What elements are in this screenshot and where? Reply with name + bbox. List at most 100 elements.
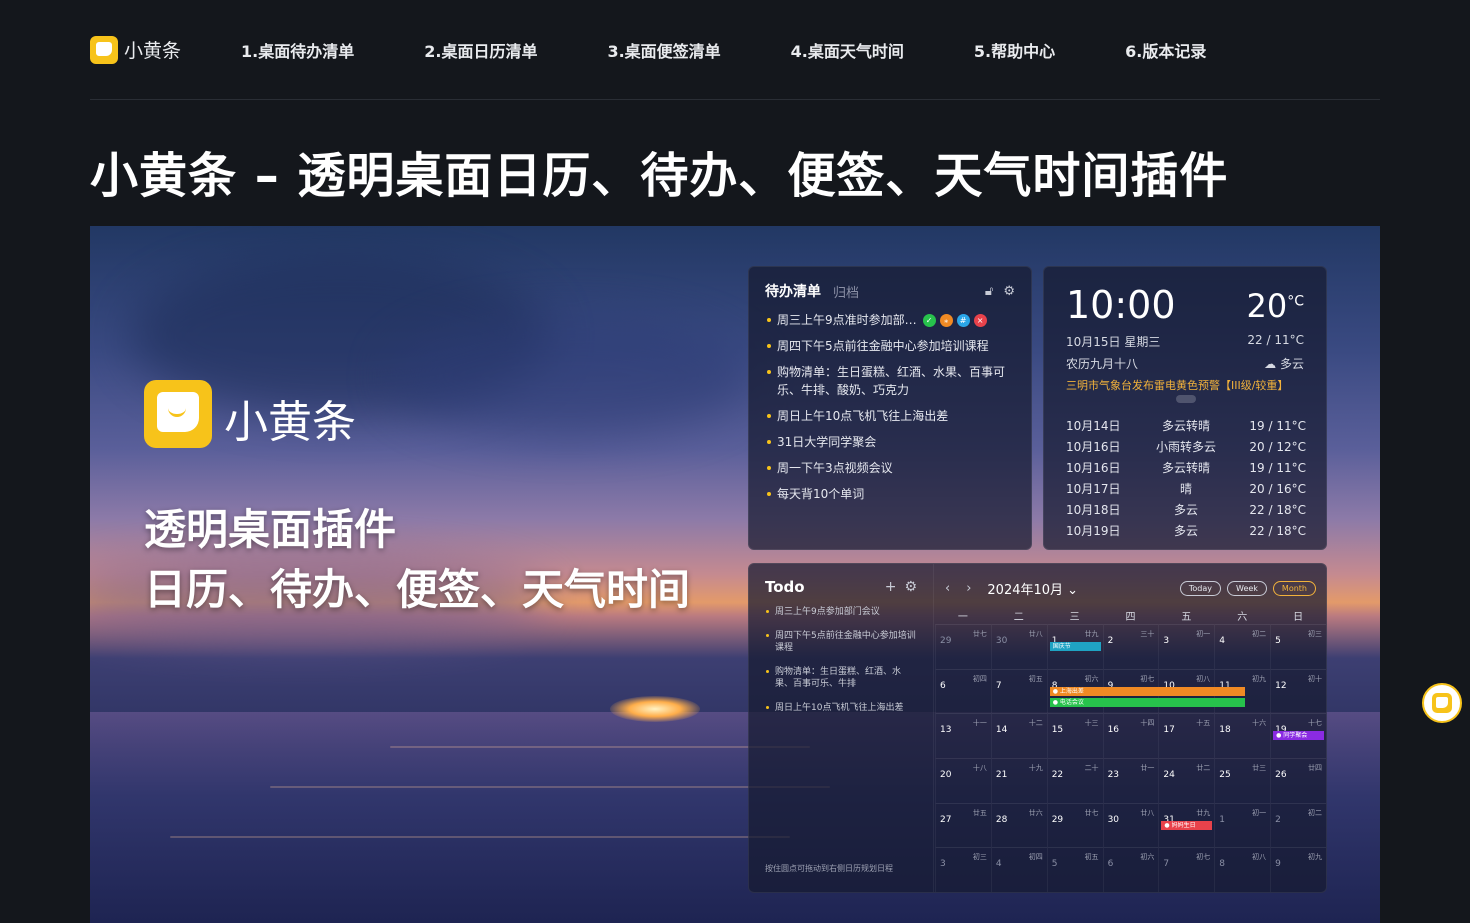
add-icon[interactable]: + [885,579,897,595]
calendar-day[interactable]: 6 初六 [1102,847,1159,892]
calendar-widget: Todo + ⚙ 周三上午9点参加部门会议 周四下午5点前往金融中心参加培训课程购… [748,563,1327,893]
calendar-todo-item[interactable]: 周日上午10点飞机飞往上海出差 [765,702,917,714]
delete-icon[interactable]: × [973,314,987,327]
archive-tab[interactable]: 归档 [833,282,859,301]
todo-item[interactable]: 周一下午3点视频会议 [765,459,1015,477]
calendar-day[interactable]: 4 初四 [990,847,1047,892]
todo-item[interactable]: 购物清单：生日蛋糕、红酒、水果、百事可乐、牛排、酸奶、巧克力 [765,363,1015,399]
todo-item[interactable]: 周三上午9点准时参加部… ✓ ⁎ # × [765,311,1015,329]
calendar-day[interactable]: 2 初二 [1270,802,1326,848]
calendar-day[interactable]: 22 二十 [1046,758,1103,803]
calendar-event[interactable]: ● 同学聚会 [1273,731,1324,741]
lunar-day: 初二 [1308,808,1322,817]
calendar-day[interactable]: 17 十五 [1158,713,1215,758]
calendar-todo-item[interactable]: 周三上午9点参加部门会议 [765,606,917,618]
todo-item[interactable]: 31日大学同学聚会 [765,433,1015,451]
tag-icon[interactable]: # [956,314,970,327]
calendar-day[interactable]: 14 十二 [990,713,1047,758]
calendar-day[interactable]: 30 廿八 [1102,802,1159,848]
calendar-day[interactable]: 20 十八 [935,758,991,803]
forecast-temp: 19 / 11°C [1249,418,1306,433]
calendar-day[interactable]: 2 三十 [1102,624,1159,669]
calendar-day[interactable]: 30 廿八 [990,624,1047,669]
hero-tagline-1: 透明桌面插件 [144,505,397,554]
collapse-toggle[interactable] [1176,395,1196,403]
calendar-day[interactable]: 21 十九 [990,758,1047,803]
calendar-day[interactable]: 9 初九 [1270,847,1326,892]
view-month-button[interactable]: Month [1272,580,1316,596]
calendar-day[interactable]: 18 十六 [1214,713,1271,758]
month-selector[interactable]: 2024年10月 ⌄ [987,579,1078,598]
nav-item-changelog[interactable]: 6.版本记录 [1125,38,1206,62]
calendar-day[interactable]: 27 廿五 [935,802,991,848]
calendar-todo-item[interactable]: 购物清单：生日蛋糕、红酒、水果、百事可乐、牛排 [765,666,917,690]
todo-item[interactable]: 每天背10个单词 [765,485,1015,503]
day-number: 8 [1219,859,1226,870]
calendar-day[interactable]: 6 初四 [935,668,991,714]
calendar-day[interactable]: 24 廿二 [1158,758,1215,803]
calendar-day[interactable]: 1 廿九 国庆节 [1046,624,1103,669]
calendar-day[interactable]: 8 初六 ● 上海出差 ● 电话会议 [1046,668,1246,714]
check-icon[interactable]: ✓ [922,314,936,327]
nav-item-weather[interactable]: 4.桌面天气时间 [791,38,904,62]
calendar-day[interactable]: 29 廿七 [1046,802,1103,848]
top-nav: 小黄条 1.桌面待办清单 2.桌面日历清单 3.桌面便签清单 4.桌面天气时间 … [90,0,1380,100]
calendar-day[interactable]: 16 十四 [1102,713,1159,758]
floating-app-icon[interactable] [1422,683,1462,723]
lock-icon[interactable]: 🔓︎ [985,284,993,299]
next-month-icon[interactable]: › [966,581,971,596]
calendar-day[interactable]: 29 廿七 [935,624,991,669]
calendar-event[interactable]: ● 妈妈生日 [1161,820,1213,830]
weather-alert[interactable]: 三明市气象台发布雷电黄色预警【III级/较重】 [1066,377,1288,393]
weekday-label: 二 [1013,612,1024,623]
nav-item-notes[interactable]: 3.桌面便签清单 [607,38,720,62]
calendar-day[interactable]: 28 廿六 [990,802,1047,848]
calendar-day[interactable]: 31 廿九 ● 妈妈生日 [1158,802,1215,848]
calendar-day[interactable]: 3 初三 [935,847,991,892]
day-number: 29 [1051,814,1064,825]
day-number: 16 [1107,725,1120,736]
forecast-temp: 19 / 11°C [1249,460,1306,475]
calendar-event[interactable]: ● 电话会议 [1049,697,1246,707]
calendar-event[interactable]: ● 上海出差 [1049,686,1246,696]
forecast-row: 10月17日 晴 20 / 16°C [1066,478,1306,499]
brand[interactable]: 小黄条 [90,35,181,64]
lunar-day: 廿七 [972,630,987,638]
prev-month-icon[interactable]: ‹ [945,581,950,596]
gear-icon[interactable]: ⚙ [904,579,917,595]
calendar-day[interactable]: 5 初三 [1270,624,1326,669]
calendar-day[interactable]: 5 初五 [1046,847,1103,892]
calendar-day[interactable]: 25 廿三 [1214,758,1271,803]
todo-item[interactable]: 周日上午10点飞机飞往上海出差 [765,407,1015,425]
calendar-day[interactable]: 23 廿一 [1102,758,1159,803]
calendar-day[interactable]: 13 十一 [935,713,991,758]
calendar-day[interactable]: 8 初八 [1214,847,1271,892]
view-today-button[interactable]: Today [1179,580,1221,596]
nav-item-calendar[interactable]: 2.桌面日历清单 [424,38,537,62]
day-number: 26 [1275,770,1287,780]
view-week-button[interactable]: Week [1227,580,1267,596]
forecast-list: 10月14日 多云转晴 19 / 11°C 10月16日 小雨转多云 20 / 12°C 1… [1066,415,1306,541]
calendar-event[interactable]: 国庆节 [1049,642,1101,651]
calendar-day[interactable]: 7 初七 [1158,847,1215,892]
priority-icon[interactable]: ⁎ [939,314,953,327]
calendar-day[interactable]: 15 十三 [1046,713,1103,758]
lunar-day: 廿三 [1252,764,1267,772]
weekday-label: 四 [1125,612,1136,623]
forecast-condition: 多云转晴 [1161,461,1210,475]
calendar-todo-item[interactable]: 周四下午5点前往金融中心参加培训课程 [765,630,917,654]
day-number: 1 [1219,814,1226,825]
nav-item-todo[interactable]: 1.桌面待办清单 [241,38,354,62]
calendar-day[interactable]: 4 初二 [1214,624,1271,669]
todo-item[interactable]: 周四下午5点前往金融中心参加培训课程 [765,337,1015,355]
gear-icon[interactable]: ⚙ [1003,284,1015,299]
calendar-day[interactable]: 3 初一 [1158,624,1215,669]
calendar-day[interactable]: 12 初十 [1270,668,1326,714]
calendar-day[interactable]: 7 初五 [990,668,1047,714]
calendar-day[interactable]: 26 廿四 [1270,758,1326,803]
nav-item-help[interactable]: 5.帮助中心 [974,38,1055,62]
lunar-day: 初一 [1252,808,1267,817]
calendar-day[interactable]: 1 初一 [1214,802,1271,848]
calendar-day[interactable]: 19 十七 ● 同学聚会 [1270,713,1326,758]
day-number: 6 [940,680,946,691]
